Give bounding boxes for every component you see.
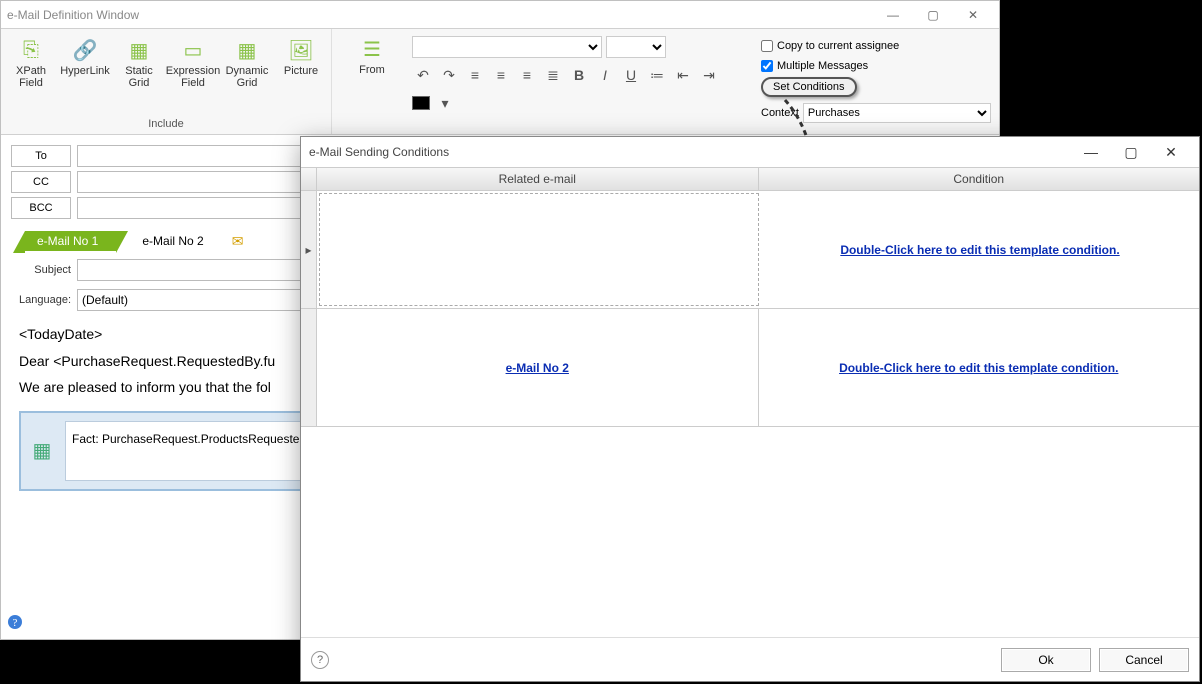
ribbon-static-grid[interactable]: ▦ Static Grid [115, 33, 163, 116]
font-color-swatch[interactable] [412, 96, 430, 110]
dialog-column-headers: Related e-mail Condition [301, 167, 1199, 191]
bcc-button[interactable]: BCC [11, 197, 71, 219]
dialog-close-button[interactable]: ✕ [1151, 140, 1191, 164]
xpath-icon: ⎘ [16, 37, 46, 63]
ribbon-xpath-field[interactable]: ⎘ XPath Field [7, 33, 55, 116]
copy-to-assignee-checkbox[interactable]: Copy to current assignee [761, 37, 991, 55]
tab-email-2[interactable]: e-Mail No 2 [130, 231, 221, 251]
row2-edit-condition-link[interactable]: Double-Click here to edit this template … [839, 361, 1118, 375]
from-icon: ☰ [363, 37, 381, 62]
context-select[interactable]: Purchases [803, 103, 991, 123]
dialog-row-1[interactable]: ▸ Double-Click here to edit this templat… [301, 191, 1199, 309]
subject-label: Subject [11, 264, 71, 276]
window-title: e-Mail Definition Window [7, 8, 873, 22]
fact-expression: Fact: PurchaseRequest.ProductsRequested [65, 421, 329, 481]
align-left-button[interactable]: ≡ [464, 64, 486, 86]
ribbon-dynamic-grid[interactable]: ▦ Dynamic Grid [223, 33, 271, 116]
ribbon-caption-include: Include [148, 116, 183, 132]
italic-button[interactable]: I [594, 64, 616, 86]
indent-button[interactable]: ⇥ [698, 64, 720, 86]
ribbon-options: Copy to current assignee Multiple Messag… [761, 35, 991, 128]
font-size-select[interactable] [606, 36, 666, 58]
cc-button[interactable]: CC [11, 171, 71, 193]
to-button[interactable]: To [11, 145, 71, 167]
col-related-email[interactable]: Related e-mail [317, 168, 759, 190]
link-icon: 🔗 [70, 37, 100, 63]
row2-condition-cell[interactable]: Double-Click here to edit this template … [759, 309, 1200, 426]
format-toolbar: ↶ ↷ ≡ ≡ ≡ ≣ B I U ≔ ⇤ ⇥ ▾ [412, 35, 753, 128]
context-label: Context [761, 107, 799, 119]
row1-related-email-cell[interactable] [319, 193, 759, 306]
bold-button[interactable]: B [568, 64, 590, 86]
multiple-messages-checkbox[interactable]: Multiple Messages [761, 57, 991, 75]
row1-condition-cell[interactable]: Double-Click here to edit this template … [761, 191, 1199, 308]
ribbon-right: ☰ From ↶ ↷ ≡ ≡ ≡ ≣ B I U ≔ [332, 29, 999, 134]
bullet-list-button[interactable]: ≔ [646, 64, 668, 86]
row2-email-link[interactable]: e-Mail No 2 [506, 361, 569, 375]
grid-icon: ▦ [124, 37, 154, 63]
outdent-button[interactable]: ⇤ [672, 64, 694, 86]
tab-email-1[interactable]: e-Mail No 1 [25, 231, 116, 251]
dialog-title: e-Mail Sending Conditions [309, 145, 449, 159]
ribbon-expression-field[interactable]: ▭ Expression Field [169, 33, 217, 116]
undo-button[interactable]: ↶ [412, 64, 434, 86]
ribbon-picture[interactable]: 🖼 Picture [277, 33, 325, 116]
ok-button[interactable]: Ok [1001, 648, 1091, 672]
fact-grid-box[interactable]: ▦ Fact: PurchaseRequest.ProductsRequeste… [19, 411, 339, 491]
ribbon-from[interactable]: ☰ From [340, 35, 404, 128]
dialog-row-2[interactable]: e-Mail No 2 Double-Click here to edit th… [301, 309, 1199, 427]
dialog-minimize-button[interactable]: — [1071, 140, 1111, 164]
align-right-button[interactable]: ≡ [516, 64, 538, 86]
dialog-help-icon[interactable]: ? [311, 651, 329, 669]
fact-grid-icon: ▦ [29, 438, 55, 464]
underline-button[interactable]: U [620, 64, 642, 86]
main-titlebar: e-Mail Definition Window — ▢ ✕ [1, 1, 999, 29]
dialog-maximize-button[interactable]: ▢ [1111, 140, 1151, 164]
cancel-button[interactable]: Cancel [1099, 648, 1189, 672]
dynamic-grid-icon: ▦ [232, 37, 262, 63]
expression-icon: ▭ [178, 37, 208, 63]
window-maximize-button[interactable]: ▢ [913, 3, 953, 27]
col-condition[interactable]: Condition [759, 168, 1200, 190]
row2-related-email-cell[interactable]: e-Mail No 2 [317, 309, 759, 426]
font-color-dropdown[interactable]: ▾ [434, 92, 456, 114]
dialog-titlebar: e-Mail Sending Conditions — ▢ ✕ [301, 137, 1199, 167]
window-minimize-button[interactable]: — [873, 3, 913, 27]
picture-icon: 🖼 [286, 37, 316, 63]
dialog-footer: ? Ok Cancel [301, 637, 1199, 681]
set-conditions-button[interactable]: Set Conditions [761, 77, 857, 97]
font-family-select[interactable] [412, 36, 602, 58]
ribbon-hyperlink[interactable]: 🔗 HyperLink [61, 33, 109, 116]
row1-edit-condition-link[interactable]: Double-Click here to edit this template … [840, 243, 1119, 257]
align-center-button[interactable]: ≡ [490, 64, 512, 86]
svg-text:?: ? [13, 617, 18, 629]
ribbon: ⎘ XPath Field 🔗 HyperLink ▦ Static Grid … [1, 29, 999, 135]
language-label: Language: [11, 294, 71, 306]
row-indicator-icon: ▸ [301, 191, 317, 308]
add-tab-icon[interactable]: ✉ [232, 233, 244, 250]
window-close-button[interactable]: ✕ [953, 3, 993, 27]
dialog-grid-body: ▸ Double-Click here to edit this templat… [301, 191, 1199, 637]
align-justify-button[interactable]: ≣ [542, 64, 564, 86]
redo-button[interactable]: ↷ [438, 64, 460, 86]
ribbon-group-include: ⎘ XPath Field 🔗 HyperLink ▦ Static Grid … [1, 29, 332, 134]
help-icon[interactable]: ? [7, 614, 23, 635]
sending-conditions-dialog: e-Mail Sending Conditions — ▢ ✕ Related … [300, 136, 1200, 682]
